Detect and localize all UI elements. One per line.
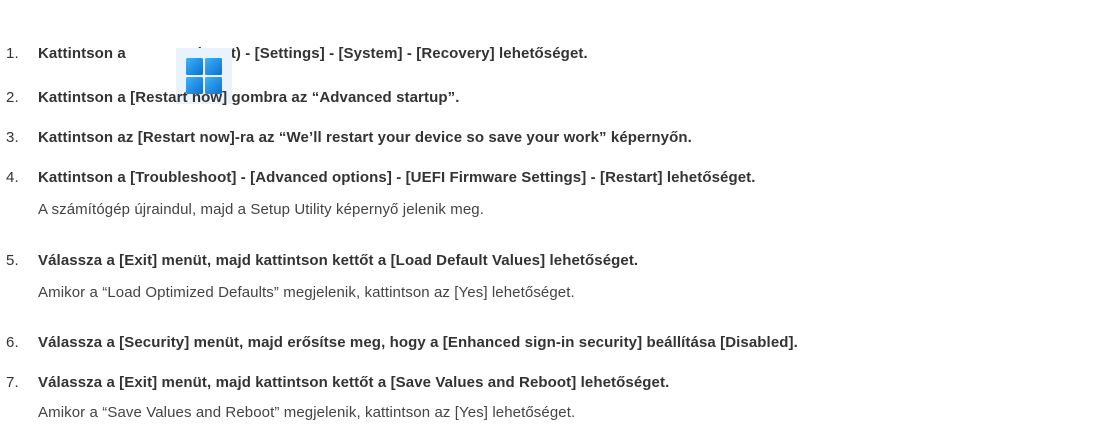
- step-note: A számítógép újraindul, majd a Setup Uti…: [38, 201, 484, 218]
- step-note: Amikor a “Load Optimized Defaults” megje…: [38, 284, 575, 301]
- step-text: Válassza a [Exit] menüt, majd kattintson…: [38, 374, 670, 391]
- step-text: Kattintson az [Restart now]-ra az “We’ll…: [38, 129, 692, 146]
- step-4: 4. Kattintson a [Troubleshoot] - [Advanc…: [0, 168, 756, 220]
- step-5: 5. Válassza a [Exit] menüt, majd kattint…: [0, 251, 638, 303]
- step-7: 7. Válassza a [Exit] menüt, majd kattint…: [0, 373, 669, 423]
- step-text-after-icon: (Start) - [Settings] - [System] - [Recov…: [196, 45, 588, 62]
- step-number: 1.: [6, 45, 19, 62]
- step-2: 2. Kattintson a [Restart now] gombra az …: [0, 88, 459, 108]
- step-number: 5.: [6, 252, 19, 269]
- step-1: 1. Kattintson a (Start) - [Settings] - […: [0, 44, 588, 104]
- step-text: Válassza a [Security] menüt, majd erősít…: [38, 334, 798, 351]
- step-number: 4.: [6, 169, 19, 186]
- step-text-before-icon: Kattintson a: [38, 45, 126, 62]
- step-text: Kattintson a [Troubleshoot] - [Advanced …: [38, 169, 756, 186]
- step-number: 7.: [6, 374, 19, 391]
- step-3: 3. Kattintson az [Restart now]-ra az “We…: [0, 128, 692, 148]
- step-number: 2.: [6, 89, 19, 106]
- step-6: 6. Válassza a [Security] menüt, majd erő…: [0, 333, 798, 353]
- step-number: 6.: [6, 334, 19, 351]
- step-text: Kattintson a [Restart now] gombra az “Ad…: [38, 89, 460, 106]
- step-note: Amikor a “Save Values and Reboot” megjel…: [38, 404, 576, 421]
- step-text: Válassza a [Exit] menüt, majd kattintson…: [38, 252, 639, 269]
- step-number: 3.: [6, 129, 19, 146]
